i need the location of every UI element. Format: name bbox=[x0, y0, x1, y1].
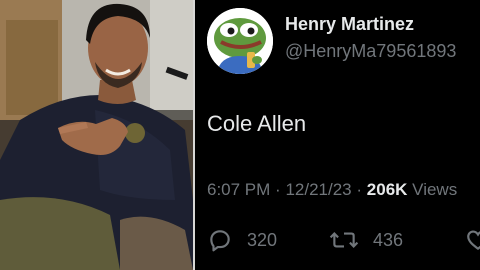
person-photo bbox=[0, 0, 193, 270]
tweet-time[interactable]: 6:07 PM bbox=[207, 180, 270, 199]
user-handle[interactable]: @HenryMa79561893 bbox=[285, 41, 456, 62]
views-count: 206K bbox=[366, 180, 408, 199]
reply-icon bbox=[210, 230, 230, 252]
reply-button[interactable]: 320 bbox=[207, 225, 277, 255]
tweet-card: Henry Martinez @HenryMa79561893 Cole All… bbox=[195, 0, 480, 270]
views-label: Views bbox=[412, 180, 458, 199]
photo-image bbox=[0, 0, 193, 270]
repost-button[interactable]: 436 bbox=[329, 225, 403, 255]
display-name[interactable]: Henry Martinez bbox=[285, 14, 414, 35]
reply-count: 320 bbox=[247, 229, 278, 250]
repost-count: 436 bbox=[373, 229, 404, 250]
like-button[interactable] bbox=[465, 225, 480, 255]
pepe-frog-icon bbox=[207, 8, 273, 74]
tweet-date[interactable]: 12/21/23 bbox=[285, 180, 351, 199]
like-icon bbox=[467, 230, 480, 251]
repost-icon bbox=[329, 232, 359, 248]
tweet-text: Cole Allen bbox=[207, 111, 307, 136]
tweet-meta: 6:07 PM · 12/21/23 · 206K Views bbox=[207, 180, 457, 200]
meta-separator: · bbox=[356, 180, 363, 199]
tweet-actions: 320 436 bbox=[207, 225, 480, 255]
avatar[interactable] bbox=[207, 8, 273, 74]
meta-separator: · bbox=[275, 180, 281, 199]
